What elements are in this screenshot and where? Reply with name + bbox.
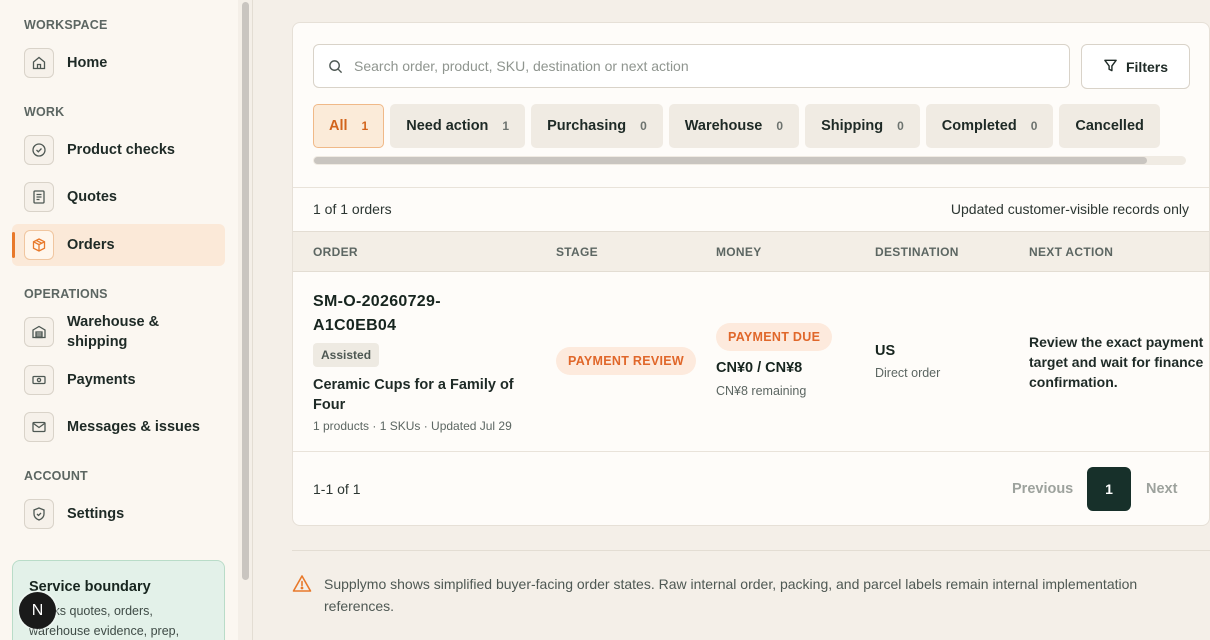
search-icon — [328, 59, 343, 79]
sidebar-item-orders[interactable]: Orders — [12, 224, 225, 266]
order-count: 1 of 1 orders — [313, 201, 392, 217]
package-icon — [24, 230, 54, 260]
next-action: Review the exact payment target and wait… — [1029, 334, 1204, 390]
banknote-icon — [24, 365, 54, 395]
sidebar-item-warehouse-shipping[interactable]: Warehouse & shipping — [12, 311, 225, 353]
tab-label: Completed — [941, 118, 1017, 134]
tab-shipping[interactable]: Shipping 0 — [805, 104, 920, 148]
sidebar-item-settings[interactable]: Settings — [12, 493, 225, 535]
sidebar-scrollbar[interactable] — [240, 0, 252, 640]
tab-cancelled[interactable]: Cancelled — [1059, 104, 1160, 148]
next-button[interactable]: Next — [1146, 481, 1177, 497]
product-name: Ceramic Cups for a Family of Four — [313, 377, 514, 413]
shield-icon — [24, 499, 54, 529]
destination: US — [875, 343, 896, 359]
sidebar-item-home[interactable]: Home — [12, 42, 225, 84]
check-circle-icon — [24, 135, 54, 165]
order-meta: 1 products · 1 SKUs · Updated Jul 29 — [313, 419, 512, 433]
column-header-stage: STAGE — [556, 245, 598, 259]
avatar[interactable]: N — [19, 592, 56, 629]
divider — [293, 451, 1209, 452]
sidebar-item-product-checks[interactable]: Product checks — [12, 129, 225, 171]
sidebar-item-quotes[interactable]: Quotes — [12, 176, 225, 218]
divider — [292, 550, 1210, 551]
divider — [293, 187, 1209, 188]
tab-label: Warehouse — [684, 118, 763, 134]
stage-badge: PAYMENT REVIEW — [556, 347, 697, 375]
records-note: Updated customer-visible records only — [950, 201, 1189, 217]
order-states-notice: Supplymo shows simplified buyer-facing o… — [324, 576, 1138, 614]
tab-count: 0 — [897, 119, 904, 133]
tab-label: Cancelled — [1075, 118, 1144, 134]
sidebar-item-label: Messages & issues — [67, 419, 200, 435]
tab-label: Shipping — [821, 118, 884, 134]
sidebar: WORKSPACE Home WORK Product checks Quote… — [0, 0, 238, 640]
divider — [252, 0, 253, 640]
page-1-button[interactable]: 1 — [1087, 467, 1131, 511]
filters-label: Filters — [1125, 58, 1168, 75]
home-icon — [24, 48, 54, 78]
status-tabs: All 1 Need action 1 Purchasing 0 Warehouse 0… — [313, 104, 1186, 168]
sidebar-item-messages-issues[interactable]: Messages & issues — [12, 406, 225, 448]
tab-count: 0 — [776, 119, 784, 133]
tab-count: 0 — [640, 119, 647, 133]
column-header-order: ORDER — [313, 245, 358, 259]
tab-all[interactable]: All 1 — [313, 104, 385, 148]
search-box — [313, 44, 1070, 88]
tab-count: 1 — [361, 119, 369, 133]
tab-count: 0 — [1030, 119, 1038, 133]
money-amount: CN¥0 / CN¥8 — [716, 360, 803, 376]
sidebar-item-label: Payments — [67, 372, 136, 388]
tabs-scrollbar[interactable] — [313, 156, 1186, 165]
tab-completed[interactable]: Completed 0 — [925, 104, 1054, 148]
mail-icon — [24, 412, 54, 442]
table-header: ORDER STAGE MONEY DESTINATION NEXT ACTIO… — [293, 231, 1209, 272]
tab-warehouse[interactable]: Warehouse 0 — [668, 104, 800, 148]
sidebar-item-label: Settings — [67, 506, 125, 522]
service-boundary-title: Service boundary — [29, 579, 151, 595]
warning-icon — [292, 574, 312, 598]
section-label-work: WORK — [24, 105, 65, 119]
section-label-workspace: WORKSPACE — [24, 18, 108, 32]
order-id[interactable]: SM-O-20260729-A1C0EB04 — [313, 290, 513, 338]
active-indicator — [12, 232, 15, 258]
assisted-badge: Assisted — [313, 343, 380, 367]
sidebar-item-label: Orders — [67, 237, 115, 253]
previous-button[interactable]: Previous — [1012, 481, 1073, 497]
sidebar-item-label: Product checks — [67, 142, 175, 158]
column-header-money: MONEY — [716, 245, 762, 259]
sidebar-item-label: Home — [67, 55, 108, 71]
sidebar-item-label: Warehouse & shipping — [67, 314, 160, 350]
tab-purchasing[interactable]: Purchasing 0 — [531, 104, 663, 148]
tab-label: Purchasing — [547, 118, 627, 134]
pagination-info: 1-1 of 1 — [313, 481, 361, 497]
sidebar-item-payments[interactable]: Payments — [12, 359, 225, 401]
filter-icon — [1103, 58, 1118, 76]
tab-label: All — [329, 118, 348, 134]
warehouse-icon — [24, 317, 54, 347]
tab-need-action[interactable]: Need action 1 — [390, 104, 526, 148]
tabs-scrollbar-thumb[interactable] — [314, 157, 1147, 164]
sidebar-item-label: Quotes — [67, 189, 117, 205]
money-remaining: CN¥8 remaining — [716, 384, 807, 398]
section-label-account: ACCOUNT — [24, 469, 88, 483]
tab-label: Need action — [406, 118, 489, 134]
tab-count: 1 — [502, 119, 510, 133]
document-icon — [24, 182, 54, 212]
column-header-destination: DESTINATION — [875, 245, 959, 259]
search-input[interactable] — [354, 45, 1054, 87]
sidebar-scrollbar-thumb[interactable] — [242, 2, 249, 580]
column-header-next-action: NEXT ACTION — [1029, 245, 1114, 259]
service-boundary-text: Tracks quotes, orders, warehouse evidenc… — [29, 604, 180, 638]
section-label-operations: OPERATIONS — [24, 287, 108, 301]
destination-type: Direct order — [875, 366, 941, 380]
filters-button[interactable]: Filters — [1081, 44, 1190, 89]
orders-card: Filters All 1 Need action 1 Purchasing 0 Wa… — [292, 22, 1210, 526]
payment-status-badge: PAYMENT DUE — [716, 323, 833, 351]
